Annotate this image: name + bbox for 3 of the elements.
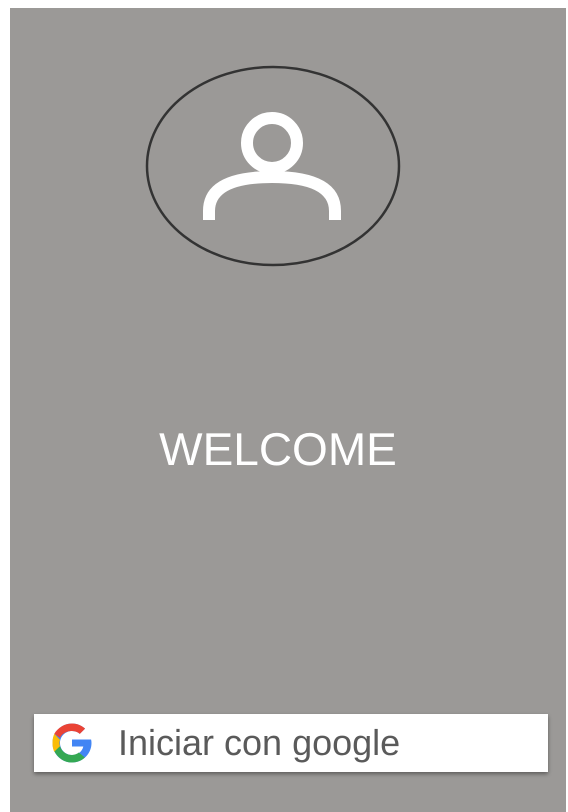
avatar-icon: [145, 65, 401, 267]
google-sign-in-button[interactable]: Iniciar con google: [34, 714, 548, 772]
welcome-title: WELCOME: [159, 422, 397, 476]
